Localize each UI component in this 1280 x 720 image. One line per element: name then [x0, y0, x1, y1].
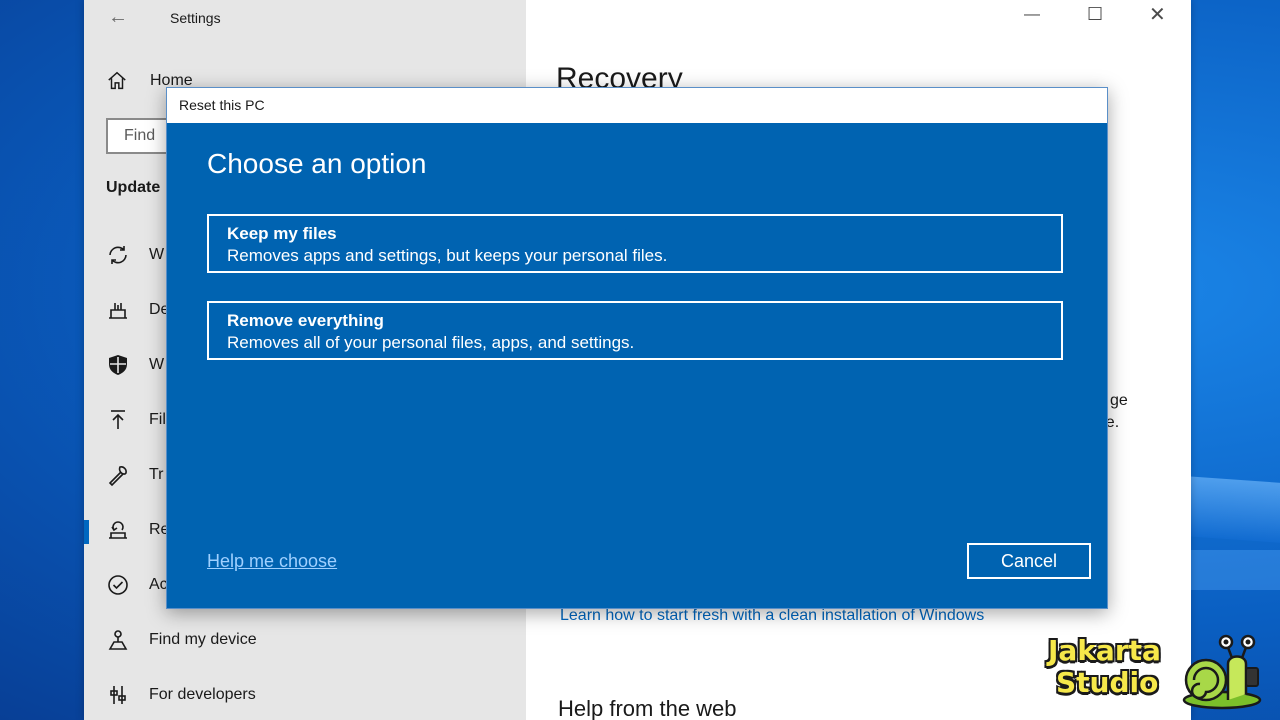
logo-text: Studio	[1056, 666, 1159, 699]
close-button[interactable]: ✕	[1149, 2, 1166, 27]
home-icon	[108, 71, 126, 90]
shield-icon	[109, 355, 127, 375]
dialog-heading: Choose an option	[207, 148, 427, 179]
wallpaper-light-beam	[1180, 550, 1280, 590]
reset-pc-dialog: Reset this PC Choose an option Keep my f…	[166, 87, 1108, 609]
sidebar-item-label: W	[149, 246, 165, 263]
content-text-fragment: ge	[1110, 392, 1128, 409]
find-device-icon	[108, 630, 128, 650]
logo-text: Jakarta	[1048, 634, 1161, 667]
clean-install-link[interactable]: Learn how to start fresh with a clean in…	[560, 607, 984, 625]
developer-tools-icon	[110, 686, 126, 704]
sidebar-item-find-my-device[interactable]: Find my device	[84, 620, 526, 660]
option-title: Keep my files	[227, 224, 337, 243]
sidebar-item-label: For developers	[149, 686, 256, 703]
jakarta-studio-logo: Jakarta Studio	[1044, 632, 1270, 712]
cancel-button[interactable]: Cancel	[967, 543, 1091, 579]
sidebar-item-label: Tr	[149, 466, 164, 483]
minimize-button[interactable]: —	[1024, 6, 1040, 24]
wrench-icon	[108, 466, 127, 487]
help-me-choose-link[interactable]: Help me choose	[207, 551, 337, 572]
sync-icon	[109, 246, 127, 264]
dialog-title: Reset this PC	[167, 88, 1107, 123]
option-title: Remove everything	[227, 311, 384, 330]
maximize-button[interactable]: ☐	[1087, 4, 1103, 25]
back-arrow-icon[interactable]: ←	[108, 6, 128, 29]
option-description: Removes apps and settings, but keeps you…	[227, 246, 668, 265]
help-from-web-heading: Help from the web	[558, 696, 737, 720]
option-description: Removes all of your personal files, apps…	[227, 333, 635, 352]
sidebar-item-label: W	[149, 356, 165, 373]
sidebar-item-for-developers[interactable]: For developers	[84, 675, 526, 715]
sidebar-item-label: Fil	[149, 411, 166, 428]
sidebar-item-label: Ac	[149, 576, 168, 593]
delivery-optimization-icon	[109, 303, 127, 319]
remove-everything-option[interactable]: Remove everything Removes all of your pe…	[207, 301, 1063, 360]
backup-upload-icon	[111, 410, 125, 429]
recovery-icon	[109, 521, 127, 539]
keep-my-files-option[interactable]: Keep my files Removes apps and settings,…	[207, 214, 1063, 273]
snail-mascot-icon	[1182, 634, 1262, 710]
sidebar-item-label: Find my device	[149, 631, 257, 648]
wallpaper-light-beam	[1180, 475, 1280, 545]
window-title: Settings	[170, 10, 221, 26]
activation-check-icon	[108, 575, 128, 595]
sidebar-section-heading: Update	[106, 179, 161, 196]
